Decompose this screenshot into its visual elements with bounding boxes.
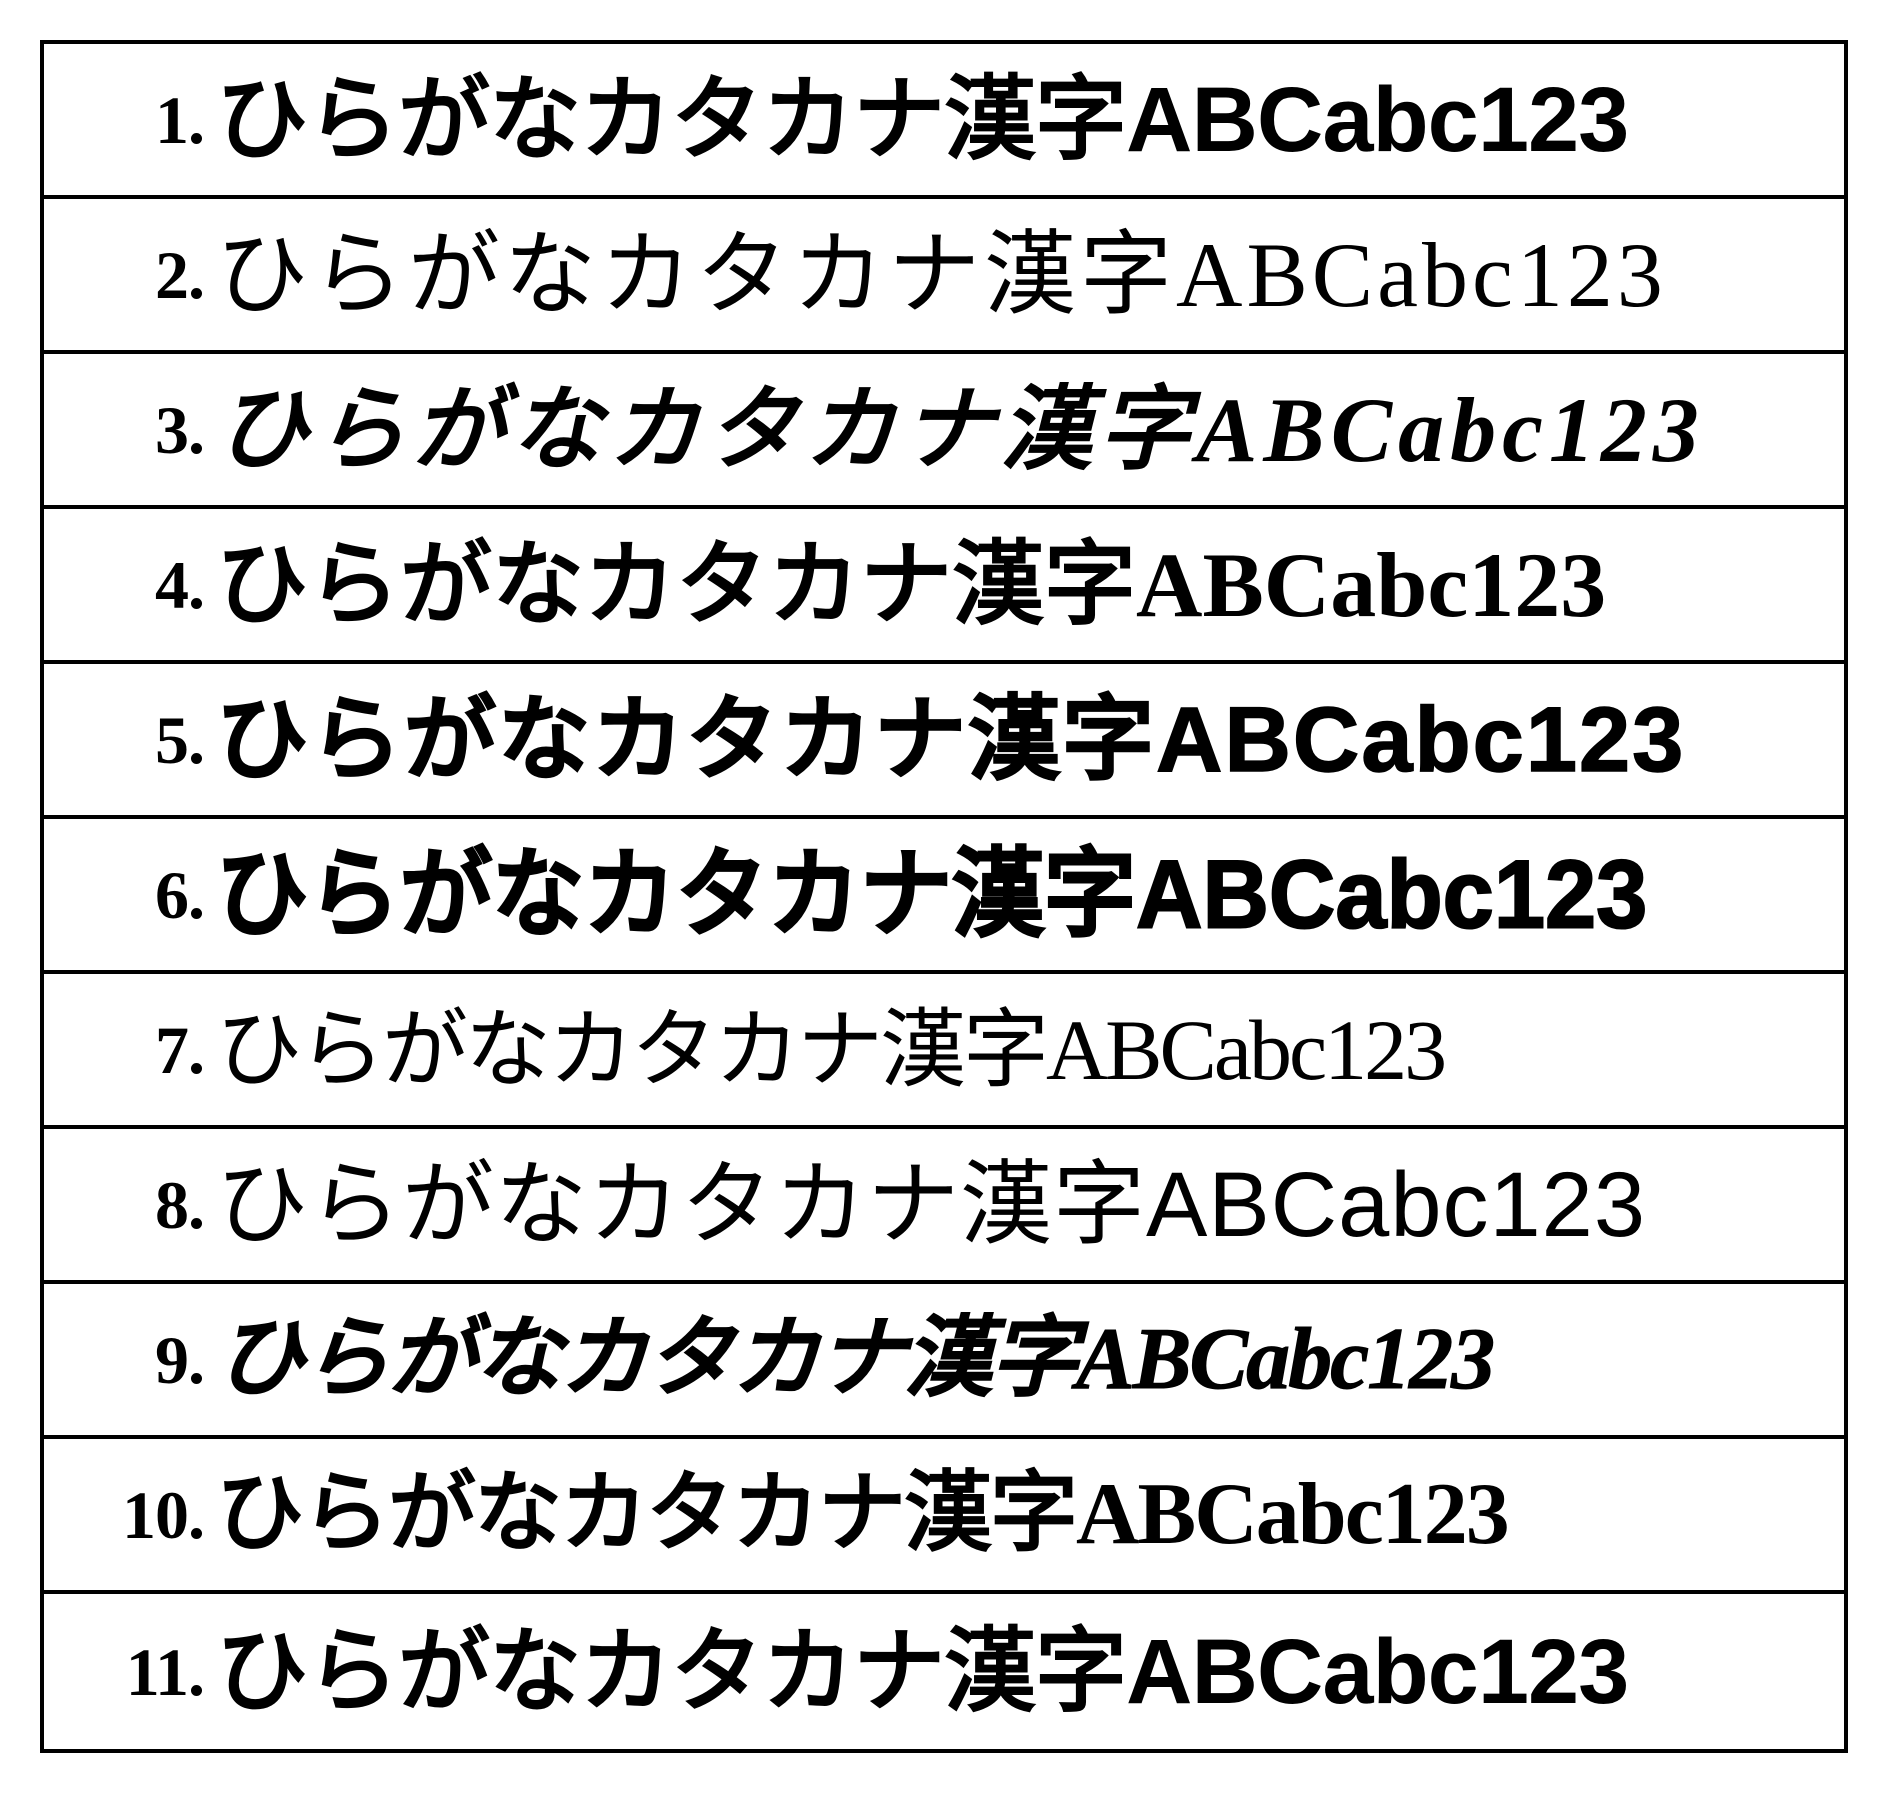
row-sample: ひらがなカタカナ漢字ABCabc123 (216, 539, 1606, 631)
row-number: 2. (74, 241, 216, 309)
row-sample: ひらがなカタカナ漢字ABCabc123 (216, 1007, 1444, 1093)
row-number: 1. (74, 86, 216, 154)
row-number: 11. (74, 1638, 216, 1706)
font-sample-row-10: 10. ひらがなカタカナ漢字ABCabc123 (44, 1439, 1844, 1594)
font-sample-row-5: 5. ひらがなカタカナ漢字ABCabc123 (44, 664, 1844, 819)
row-sample: ひらがなカタカナ漢字ABCabc123 (216, 1471, 1508, 1559)
row-sample: ひらがなカタカナ漢字ABCabc123 (216, 74, 1628, 166)
row-sample: ひらがなカタカナ漢字ABCabc123 (216, 384, 1705, 476)
row-sample: ひらがなカタカナ漢字ABCabc123 (216, 846, 1647, 943)
row-number: 9. (74, 1326, 216, 1394)
font-sample-row-3: 3. ひらがなカタカナ漢字ABCabc123 (44, 354, 1844, 509)
font-sample-row-9: 9. ひらがなカタカナ漢字ABCabc123 (44, 1284, 1844, 1439)
row-number: 8. (74, 1171, 216, 1239)
font-sample-page: 1. ひらがなカタカナ漢字ABCabc123 2. ひらがなカタカナ漢字ABCa… (0, 0, 1888, 1793)
font-sample-row-4: 4. ひらがなカタカナ漢字ABCabc123 (44, 509, 1844, 664)
row-number: 10. (74, 1481, 216, 1549)
font-sample-row-8: 8. ひらがなカタカナ漢字ABCabc123 (44, 1129, 1844, 1284)
font-sample-row-1: 1. ひらがなカタカナ漢字ABCabc123 (44, 44, 1844, 199)
row-sample: ひらがなカタカナ漢字ABCabc123 (216, 229, 1667, 321)
row-number: 6. (74, 861, 216, 929)
font-sample-table: 1. ひらがなカタカナ漢字ABCabc123 2. ひらがなカタカナ漢字ABCa… (40, 40, 1848, 1753)
font-sample-row-6: 6. ひらがなカタカナ漢字ABCabc123 (44, 819, 1844, 974)
row-number: 7. (74, 1016, 216, 1084)
row-sample: ひらがなカタカナ漢字ABCabc123 (216, 1626, 1628, 1718)
row-sample: ひらがなカタカナ漢字ABCabc123 (216, 1159, 1646, 1251)
font-sample-row-11: 11. ひらがなカタカナ漢字ABCabc123 (44, 1594, 1844, 1749)
row-sample: ひらがなカタカナ漢字ABCabc123 (216, 1316, 1493, 1404)
row-number: 5. (74, 706, 216, 774)
row-sample: ひらがなカタカナ漢字ABCabc123 (216, 694, 1685, 786)
font-sample-row-2: 2. ひらがなカタカナ漢字ABCabc123 (44, 199, 1844, 354)
font-sample-row-7: 7. ひらがなカタカナ漢字ABCabc123 (44, 974, 1844, 1129)
row-number: 4. (74, 551, 216, 619)
row-number: 3. (74, 396, 216, 464)
